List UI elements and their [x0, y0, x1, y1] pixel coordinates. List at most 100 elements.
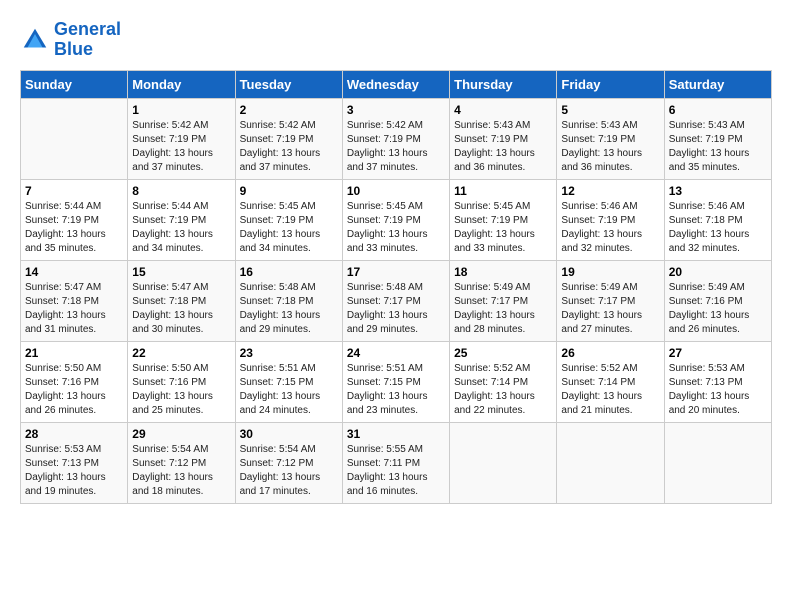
day-info: Sunrise: 5:55 AMSunset: 7:11 PMDaylight:… — [347, 443, 445, 499]
calendar-cell: 23 Sunrise: 5:51 AMSunset: 7:15 PMDayligh… — [235, 341, 342, 422]
day-number: 24 — [347, 346, 445, 360]
day-number: 30 — [240, 427, 338, 441]
calendar-cell — [557, 422, 664, 503]
calendar-cell: 21 Sunrise: 5:50 AMSunset: 7:16 PMDayligh… — [21, 341, 128, 422]
day-number: 14 — [25, 265, 123, 279]
calendar-cell: 16Sunrise: 5:48 AMSunset: 7:18 PMDayligh… — [235, 260, 342, 341]
logo-text: General Blue — [54, 20, 121, 60]
day-number: 12 — [561, 184, 659, 198]
calendar-cell: 14 Sunrise: 5:47 AMSunset: 7:18 PMDayligh… — [21, 260, 128, 341]
day-info: Sunrise: 5:50 AMSunset: 7:16 PMDaylight:… — [132, 362, 230, 418]
day-number: 22 — [132, 346, 230, 360]
calendar-cell: 8 Sunrise: 5:44 AMSunset: 7:19 PMDaylight… — [128, 179, 235, 260]
calendar-week-row: 28Sunrise: 5:53 AMSunset: 7:13 PMDayligh… — [21, 422, 772, 503]
day-info: Sunrise: 5:44 AMSunset: 7:19 PMDaylight:… — [25, 200, 123, 256]
day-number: 28 — [25, 427, 123, 441]
day-number: 27 — [669, 346, 767, 360]
day-info: Sunrise: 5:46 AMSunset: 7:18 PMDaylight:… — [669, 200, 767, 256]
calendar-cell: 22 Sunrise: 5:50 AMSunset: 7:16 PMDayligh… — [128, 341, 235, 422]
calendar-cell: 28Sunrise: 5:53 AMSunset: 7:13 PMDayligh… — [21, 422, 128, 503]
day-number: 8 — [132, 184, 230, 198]
page-header: General Blue — [20, 20, 772, 60]
day-info: Sunrise: 5:49 AMSunset: 7:16 PMDaylight:… — [669, 281, 767, 337]
day-info: Sunrise: 5:49 AMSunset: 7:17 PMDaylight:… — [561, 281, 659, 337]
day-info: Sunrise: 5:54 AMSunset: 7:12 PMDaylight:… — [240, 443, 338, 499]
day-info: Sunrise: 5:52 AMSunset: 7:14 PMDaylight:… — [561, 362, 659, 418]
calendar-cell: 7 Sunrise: 5:44 AMSunset: 7:19 PMDaylight… — [21, 179, 128, 260]
calendar-cell: 29Sunrise: 5:54 AMSunset: 7:12 PMDayligh… — [128, 422, 235, 503]
day-number: 19 — [561, 265, 659, 279]
day-header: Friday — [557, 70, 664, 98]
day-number: 1 — [132, 103, 230, 117]
day-number: 6 — [669, 103, 767, 117]
calendar-cell: 5Sunrise: 5:43 AMSunset: 7:19 PMDaylight… — [557, 98, 664, 179]
day-info: Sunrise: 5:50 AMSunset: 7:16 PMDaylight:… — [25, 362, 123, 418]
day-info: Sunrise: 5:45 AMSunset: 7:19 PMDaylight:… — [347, 200, 445, 256]
calendar-cell: 9 Sunrise: 5:45 AMSunset: 7:19 PMDaylight… — [235, 179, 342, 260]
calendar-cell: 30 Sunrise: 5:54 AMSunset: 7:12 PMDayligh… — [235, 422, 342, 503]
day-info: Sunrise: 5:45 AMSunset: 7:19 PMDaylight:… — [454, 200, 552, 256]
day-info: Sunrise: 5:44 AMSunset: 7:19 PMDaylight:… — [132, 200, 230, 256]
calendar-cell: 10 Sunrise: 5:45 AMSunset: 7:19 PMDayligh… — [342, 179, 449, 260]
day-info: Sunrise: 5:42 AMSunset: 7:19 PMDaylight:… — [132, 119, 230, 175]
calendar-cell: 18Sunrise: 5:49 AMSunset: 7:17 PMDayligh… — [450, 260, 557, 341]
day-header: Tuesday — [235, 70, 342, 98]
calendar-week-row: 1 Sunrise: 5:42 AMSunset: 7:19 PMDaylight… — [21, 98, 772, 179]
day-number: 21 — [25, 346, 123, 360]
calendar-week-row: 14 Sunrise: 5:47 AMSunset: 7:18 PMDayligh… — [21, 260, 772, 341]
day-number: 11 — [454, 184, 552, 198]
calendar-cell: 6 Sunrise: 5:43 AMSunset: 7:19 PMDaylight… — [664, 98, 771, 179]
day-info: Sunrise: 5:48 AMSunset: 7:18 PMDaylight:… — [240, 281, 338, 337]
day-number: 31 — [347, 427, 445, 441]
day-info: Sunrise: 5:49 AMSunset: 7:17 PMDaylight:… — [454, 281, 552, 337]
calendar-cell: 17Sunrise: 5:48 AMSunset: 7:17 PMDayligh… — [342, 260, 449, 341]
day-info: Sunrise: 5:48 AMSunset: 7:17 PMDaylight:… — [347, 281, 445, 337]
calendar-cell: 12Sunrise: 5:46 AMSunset: 7:19 PMDayligh… — [557, 179, 664, 260]
day-number: 3 — [347, 103, 445, 117]
day-number: 10 — [347, 184, 445, 198]
calendar-cell: 31 Sunrise: 5:55 AMSunset: 7:11 PMDayligh… — [342, 422, 449, 503]
calendar-cell: 15 Sunrise: 5:47 AMSunset: 7:18 PMDayligh… — [128, 260, 235, 341]
day-info: Sunrise: 5:54 AMSunset: 7:12 PMDaylight:… — [132, 443, 230, 499]
calendar-week-row: 7 Sunrise: 5:44 AMSunset: 7:19 PMDaylight… — [21, 179, 772, 260]
day-header: Monday — [128, 70, 235, 98]
day-number: 15 — [132, 265, 230, 279]
day-number: 23 — [240, 346, 338, 360]
day-info: Sunrise: 5:52 AMSunset: 7:14 PMDaylight:… — [454, 362, 552, 418]
day-info: Sunrise: 5:43 AMSunset: 7:19 PMDaylight:… — [561, 119, 659, 175]
logo-icon — [20, 25, 50, 55]
calendar-cell: 26 Sunrise: 5:52 AMSunset: 7:14 PMDayligh… — [557, 341, 664, 422]
logo: General Blue — [20, 20, 121, 60]
calendar-table: SundayMondayTuesdayWednesdayThursdayFrid… — [20, 70, 772, 504]
day-info: Sunrise: 5:43 AMSunset: 7:19 PMDaylight:… — [669, 119, 767, 175]
day-info: Sunrise: 5:47 AMSunset: 7:18 PMDaylight:… — [25, 281, 123, 337]
day-info: Sunrise: 5:45 AMSunset: 7:19 PMDaylight:… — [240, 200, 338, 256]
day-number: 25 — [454, 346, 552, 360]
calendar-cell: 2Sunrise: 5:42 AMSunset: 7:19 PMDaylight… — [235, 98, 342, 179]
calendar-week-row: 21 Sunrise: 5:50 AMSunset: 7:16 PMDayligh… — [21, 341, 772, 422]
day-info: Sunrise: 5:51 AMSunset: 7:15 PMDaylight:… — [240, 362, 338, 418]
calendar-cell: 4Sunrise: 5:43 AMSunset: 7:19 PMDaylight… — [450, 98, 557, 179]
day-header: Thursday — [450, 70, 557, 98]
day-info: Sunrise: 5:42 AMSunset: 7:19 PMDaylight:… — [347, 119, 445, 175]
calendar-cell: 3 Sunrise: 5:42 AMSunset: 7:19 PMDaylight… — [342, 98, 449, 179]
calendar-cell — [21, 98, 128, 179]
day-info: Sunrise: 5:47 AMSunset: 7:18 PMDaylight:… — [132, 281, 230, 337]
day-number: 20 — [669, 265, 767, 279]
calendar-cell: 25 Sunrise: 5:52 AMSunset: 7:14 PMDayligh… — [450, 341, 557, 422]
day-number: 4 — [454, 103, 552, 117]
calendar-cell — [450, 422, 557, 503]
calendar-cell: 20 Sunrise: 5:49 AMSunset: 7:16 PMDayligh… — [664, 260, 771, 341]
day-info: Sunrise: 5:51 AMSunset: 7:15 PMDaylight:… — [347, 362, 445, 418]
day-number: 13 — [669, 184, 767, 198]
day-info: Sunrise: 5:53 AMSunset: 7:13 PMDaylight:… — [669, 362, 767, 418]
calendar-cell: 27 Sunrise: 5:53 AMSunset: 7:13 PMDayligh… — [664, 341, 771, 422]
day-number: 26 — [561, 346, 659, 360]
day-number: 7 — [25, 184, 123, 198]
day-number: 2 — [240, 103, 338, 117]
day-number: 9 — [240, 184, 338, 198]
calendar-cell: 19 Sunrise: 5:49 AMSunset: 7:17 PMDayligh… — [557, 260, 664, 341]
day-header: Saturday — [664, 70, 771, 98]
calendar-cell: 1 Sunrise: 5:42 AMSunset: 7:19 PMDaylight… — [128, 98, 235, 179]
calendar-cell: 24 Sunrise: 5:51 AMSunset: 7:15 PMDayligh… — [342, 341, 449, 422]
